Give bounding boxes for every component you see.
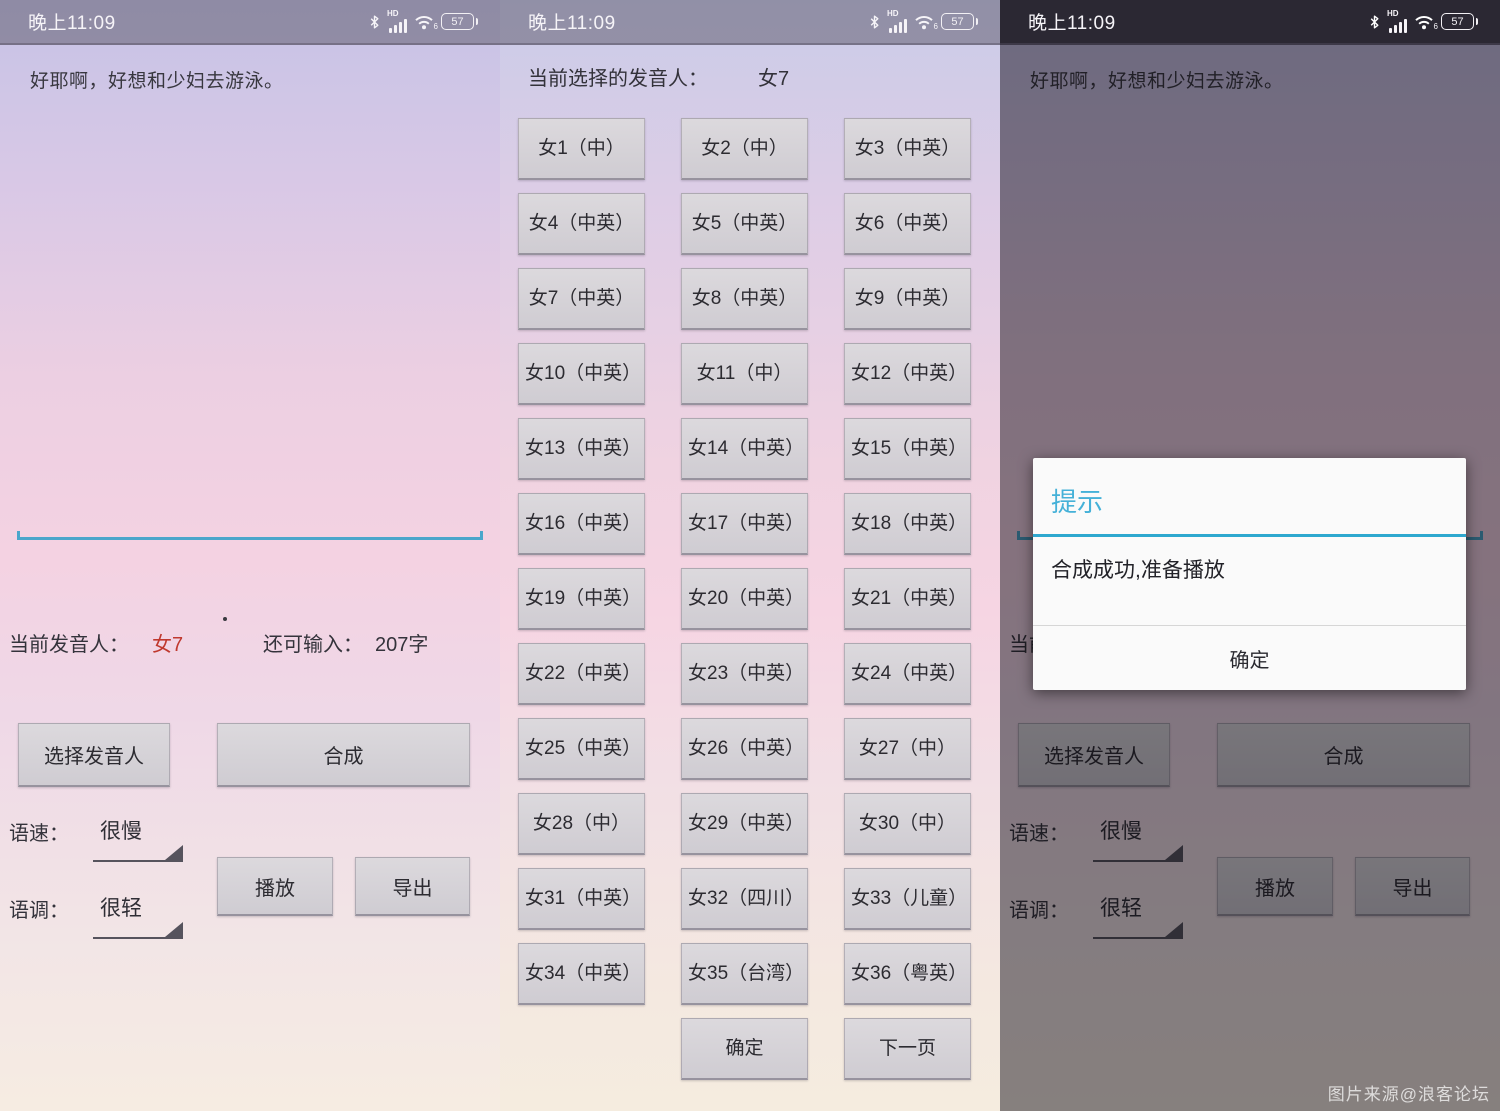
- speed-value: 很慢: [100, 815, 142, 845]
- voice-button[interactable]: 女21（中英）: [844, 568, 971, 630]
- signal-icon: HD: [389, 11, 407, 33]
- pitch-spinner[interactable]: [93, 937, 183, 939]
- voice-button[interactable]: 女24（中英）: [844, 643, 971, 705]
- battery-icon: 57: [1441, 13, 1478, 30]
- dialog-title: 提示: [1051, 482, 1103, 519]
- composite-screenshot: 晚上11:09 HD 6 57 好耶啊，好想和少妇去游泳。 当前发音人：: [0, 0, 1500, 1111]
- speed-spinner[interactable]: [93, 860, 183, 862]
- voice-button[interactable]: 女16（中英）: [518, 493, 645, 555]
- status-icons: HD 6 57: [367, 11, 478, 33]
- voice-button[interactable]: 女5（中英）: [681, 193, 808, 255]
- dialog-title-divider: [1033, 534, 1466, 537]
- voice-button[interactable]: 女36（粤英）: [844, 943, 971, 1005]
- voice-button[interactable]: 女22（中英）: [518, 643, 645, 705]
- panel-voice-picker: 晚上11:09 HD 6 57 当前选择的发音人： 女7 女1（中）: [500, 0, 1000, 1111]
- voice-button[interactable]: 女33（儿童）: [844, 868, 971, 930]
- status-icons: HD 6 57: [1367, 11, 1478, 33]
- voice-button[interactable]: 女1（中）: [518, 118, 645, 180]
- panel-dialog: 晚上11:09 HD 6 57 好耶啊，好想和少妇去游泳。 当前发音人：: [1000, 0, 1500, 1111]
- voice-button[interactable]: 女28（中）: [518, 793, 645, 855]
- editor-meta-row: 当前发音人： 女7 还可输入： 207字: [0, 628, 500, 656]
- picker-header: 当前选择的发音人： 女7: [528, 62, 789, 91]
- voice-button[interactable]: 女13（中英）: [518, 418, 645, 480]
- stray-dot: [223, 617, 227, 621]
- wifi-icon: 6: [1414, 14, 1434, 30]
- voice-button[interactable]: 女30（中）: [844, 793, 971, 855]
- picker-header-value: 女7: [758, 68, 789, 90]
- wifi-icon: 6: [414, 14, 434, 30]
- voice-button[interactable]: 女11（中）: [681, 343, 808, 405]
- tts-input-text[interactable]: 好耶啊，好想和少妇去游泳。: [30, 66, 284, 93]
- clock: 晚上11:09: [1028, 8, 1116, 35]
- battery-icon: 57: [941, 13, 978, 30]
- voice-button[interactable]: 女8（中英）: [681, 268, 808, 330]
- picker-next-page-button[interactable]: 下一页: [844, 1018, 971, 1080]
- grid-empty-cell: [518, 1018, 645, 1080]
- voice-button[interactable]: 女25（中英）: [518, 718, 645, 780]
- voice-button[interactable]: 女20（中英）: [681, 568, 808, 630]
- voice-button[interactable]: 女4（中英）: [518, 193, 645, 255]
- voice-button[interactable]: 女12（中英）: [844, 343, 971, 405]
- bluetooth-icon: [1367, 13, 1382, 31]
- voice-button[interactable]: 女35（台湾）: [681, 943, 808, 1005]
- speed-label: 语速：: [9, 817, 69, 846]
- voice-button[interactable]: 女31（中英）: [518, 868, 645, 930]
- play-button[interactable]: 播放: [217, 857, 333, 916]
- bluetooth-icon: [867, 13, 882, 31]
- status-icons: HD 6 57: [867, 11, 978, 33]
- signal-icon: HD: [1389, 11, 1407, 33]
- watermark: 图片来源@浪客论坛: [1328, 1080, 1490, 1105]
- status-bar: 晚上11:09 HD 6 57: [0, 0, 500, 45]
- voice-button[interactable]: 女19（中英）: [518, 568, 645, 630]
- dialog-ok-button[interactable]: 确定: [1033, 626, 1466, 690]
- voice-button[interactable]: 女29（中英）: [681, 793, 808, 855]
- voice-button[interactable]: 女7（中英）: [518, 268, 645, 330]
- voice-button[interactable]: 女26（中英）: [681, 718, 808, 780]
- voice-button[interactable]: 女6（中英）: [844, 193, 971, 255]
- current-voice-label: 当前发音人：: [9, 628, 129, 657]
- clock: 晚上11:09: [528, 8, 616, 35]
- battery-icon: 57: [441, 13, 478, 30]
- panel-editor: 晚上11:09 HD 6 57 好耶啊，好想和少妇去游泳。 当前发音人：: [0, 0, 500, 1111]
- dialog-message: 合成成功,准备播放: [1051, 554, 1225, 584]
- picker-confirm-button[interactable]: 确定: [681, 1018, 808, 1080]
- wifi-icon: 6: [914, 14, 934, 30]
- voice-button[interactable]: 女9（中英）: [844, 268, 971, 330]
- voice-button[interactable]: 女27（中）: [844, 718, 971, 780]
- text-input-underline[interactable]: [17, 537, 483, 540]
- current-voice-value: 女7: [152, 628, 183, 657]
- voice-grid: 女1（中） 女2（中） 女3（中英） 女4（中英） 女5（中英） 女6（中英） …: [518, 118, 971, 1080]
- voice-button[interactable]: 女17（中英）: [681, 493, 808, 555]
- synthesize-button[interactable]: 合成: [217, 723, 470, 787]
- voice-button[interactable]: 女34（中英）: [518, 943, 645, 1005]
- status-bar: 晚上11:09 HD 6 57: [1000, 0, 1500, 45]
- picker-header-label: 当前选择的发音人：: [528, 68, 708, 90]
- voice-button[interactable]: 女3（中英）: [844, 118, 971, 180]
- alert-dialog: 提示 合成成功,准备播放 确定: [1033, 458, 1466, 690]
- status-bar: 晚上11:09 HD 6 57: [500, 0, 1000, 45]
- remaining-label: 还可输入：: [263, 628, 363, 657]
- voice-button[interactable]: 女10（中英）: [518, 343, 645, 405]
- voice-button[interactable]: 女18（中英）: [844, 493, 971, 555]
- choose-voice-button[interactable]: 选择发音人: [18, 723, 170, 787]
- signal-icon: HD: [889, 11, 907, 33]
- export-button[interactable]: 导出: [355, 857, 470, 916]
- remaining-count: 207字: [375, 628, 428, 657]
- voice-button[interactable]: 女23（中英）: [681, 643, 808, 705]
- clock: 晚上11:09: [28, 8, 116, 35]
- pitch-value: 很轻: [100, 892, 142, 922]
- volte-hd-label: HD: [387, 9, 399, 18]
- voice-button[interactable]: 女2（中）: [681, 118, 808, 180]
- voice-button[interactable]: 女32（四川）: [681, 868, 808, 930]
- voice-button[interactable]: 女15（中英）: [844, 418, 971, 480]
- voice-button[interactable]: 女14（中英）: [681, 418, 808, 480]
- bluetooth-icon: [367, 13, 382, 31]
- pitch-label: 语调：: [9, 894, 69, 923]
